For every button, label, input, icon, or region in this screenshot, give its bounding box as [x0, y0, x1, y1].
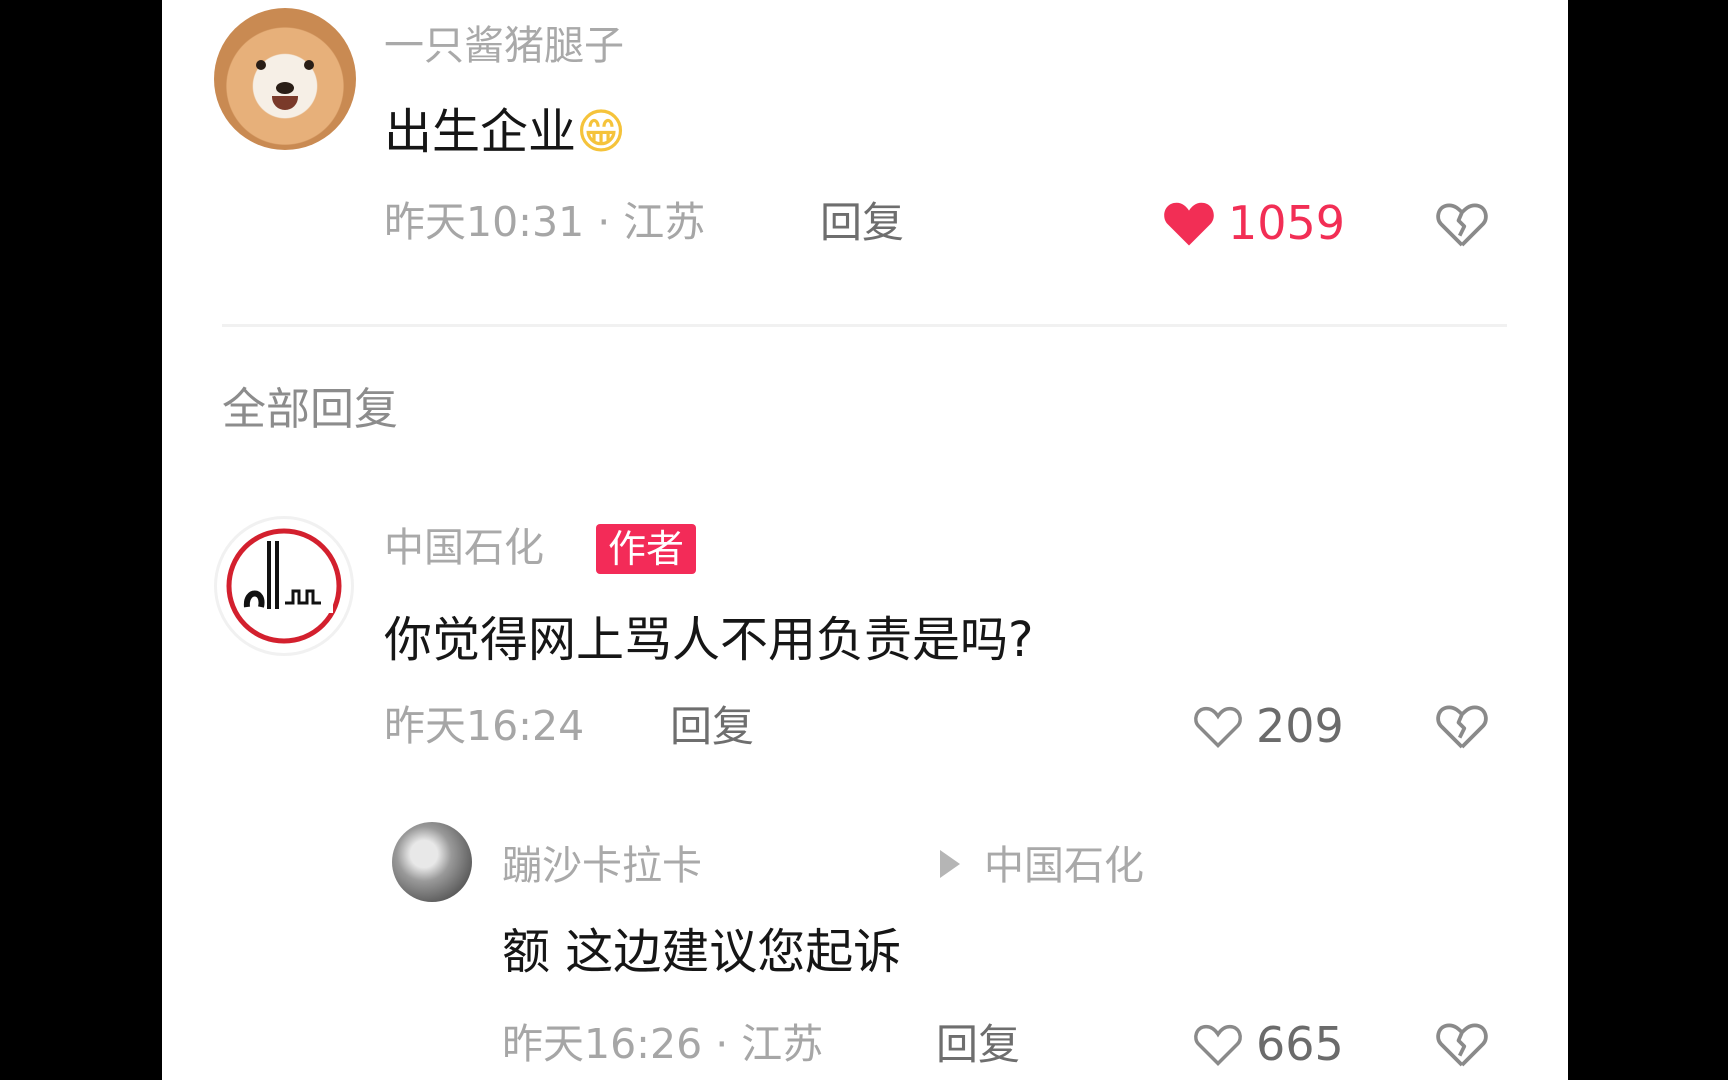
comment-time-location: 昨天10:31 · 江苏: [384, 198, 706, 246]
like-button[interactable]: 665: [1192, 1020, 1344, 1068]
like-button[interactable]: 1059: [1162, 198, 1345, 248]
dog-eye: [304, 60, 314, 70]
reply-time: 昨天16:24: [384, 702, 585, 750]
reply-button[interactable]: 回复: [820, 202, 904, 244]
avatar[interactable]: [214, 516, 354, 656]
reply-button[interactable]: 回复: [936, 1024, 1020, 1066]
avatar[interactable]: [214, 8, 356, 150]
comment-username[interactable]: 一只酱猪腿子: [384, 26, 624, 66]
like-count: 1059: [1228, 196, 1346, 250]
reply-username[interactable]: 蹦沙卡拉卡: [502, 846, 702, 886]
dog-nose: [276, 82, 294, 94]
dog-eye: [256, 60, 266, 70]
reply-username[interactable]: 中国石化: [384, 528, 544, 568]
reply-button[interactable]: 回复: [670, 706, 754, 748]
heart-outline-icon: [1194, 706, 1242, 748]
like-button[interactable]: 209: [1192, 702, 1344, 750]
comment-text: 出生企业😁: [384, 108, 626, 156]
section-title: 全部回复: [222, 384, 398, 435]
grin-emoji-icon: 😁: [576, 104, 627, 160]
avatar[interactable]: [392, 822, 472, 902]
reply-text: 你觉得网上骂人不用负责是吗?: [384, 612, 1034, 668]
reply-text: 额 这边建议您起诉: [502, 924, 902, 980]
author-badge: 作者: [596, 524, 697, 574]
reply-time-location: 昨天16:26 · 江苏: [502, 1020, 824, 1068]
like-count: 665: [1256, 1017, 1344, 1071]
like-count: 209: [1256, 699, 1344, 753]
sinopec-logo: [226, 528, 342, 644]
reply-target-username[interactable]: 中国石化: [984, 846, 1144, 886]
heart-outline-icon: [1194, 1024, 1242, 1066]
comment-text-body: 出生企业: [384, 104, 577, 160]
divider: [222, 324, 1507, 327]
heart-filled-icon: [1164, 202, 1214, 246]
reply-to-arrow-icon: [940, 850, 960, 878]
dog-mouth: [272, 96, 298, 110]
dislike-broken-heart-icon[interactable]: [1434, 698, 1490, 754]
dislike-broken-heart-icon[interactable]: [1434, 1016, 1490, 1072]
dislike-broken-heart-icon[interactable]: [1434, 196, 1490, 252]
comment-thread-panel: 一只酱猪腿子 出生企业😁 昨天10:31 · 江苏 回复 1059 全部回复 中…: [162, 0, 1568, 1080]
